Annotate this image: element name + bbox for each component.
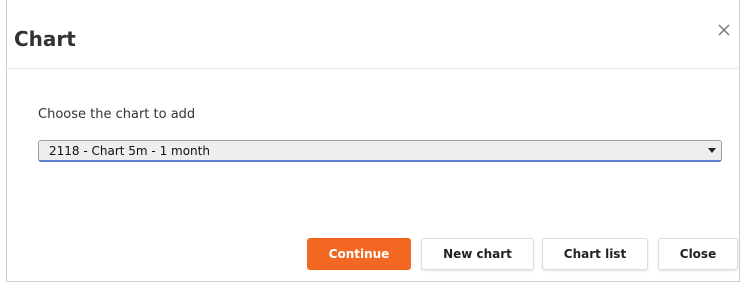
close-button[interactable]: Close — [658, 238, 738, 270]
choose-chart-label: Choose the chart to add — [38, 107, 196, 122]
chart-select[interactable]: 2118 - Chart 5m - 1 month — [38, 140, 722, 162]
chart-dialog: Chart Choose the chart to add 2118 - Cha… — [6, 0, 740, 282]
dialog-title: Chart — [14, 27, 76, 51]
dialog-header: Chart — [7, 0, 739, 69]
dropdown-arrow-icon — [708, 148, 716, 153]
close-icon[interactable] — [714, 20, 734, 40]
continue-button[interactable]: Continue — [307, 238, 411, 270]
chart-select-value: 2118 - Chart 5m - 1 month — [49, 144, 210, 158]
chart-list-button[interactable]: Chart list — [542, 238, 648, 270]
new-chart-button[interactable]: New chart — [421, 238, 534, 270]
